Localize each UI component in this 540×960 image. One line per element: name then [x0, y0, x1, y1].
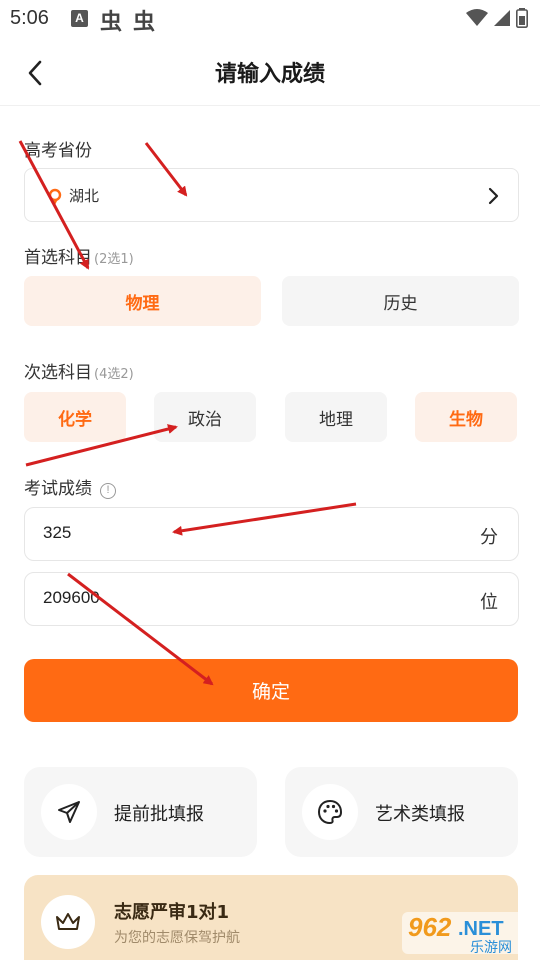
bug-notification-icon: 虫 — [100, 10, 123, 35]
second-subject-label: 次选科目 (4选2) — [24, 358, 134, 383]
bug-notification-icon: 虫 — [133, 10, 156, 35]
art-category-card[interactable]: 艺术类填报 — [285, 767, 518, 857]
first-subject-hint: (2选1) — [94, 252, 134, 267]
early-batch-card[interactable]: 提前批填报 — [24, 767, 257, 857]
first-subject-option-physics[interactable]: 物理 — [24, 276, 261, 326]
battery-icon — [516, 8, 528, 28]
send-icon-wrap — [41, 784, 97, 840]
rank-input[interactable]: 209600 位 — [24, 572, 519, 626]
promo-title-mid: 对 — [198, 902, 217, 923]
first-subject-label: 首选科目 (2选1) — [24, 243, 134, 268]
status-bar: 5:06 A 虫 虫 — [0, 0, 540, 40]
status-icons — [466, 8, 528, 28]
second-subject-option-geography[interactable]: 地理 — [285, 392, 387, 442]
notification-a-icon: A — [71, 10, 88, 27]
palette-icon — [317, 799, 343, 825]
second-subject-option-biology[interactable]: 生物 — [415, 392, 517, 442]
second-subject-hint: (4选2) — [94, 367, 134, 382]
app-header: 请输入成绩 — [0, 40, 540, 106]
second-subject-option-politics[interactable]: 政治 — [154, 392, 256, 442]
rank-unit: 位 — [480, 592, 498, 613]
rank-value: 209600 — [43, 588, 100, 607]
score-value: 325 — [43, 523, 72, 542]
second-subject-option-chemistry[interactable]: 化学 — [24, 392, 126, 442]
chevron-right-icon — [488, 187, 499, 205]
send-icon — [58, 801, 80, 823]
location-pin-icon — [48, 188, 62, 205]
promo-title-num: 1 — [216, 902, 230, 923]
wifi-icon — [466, 9, 488, 26]
art-category-label: 艺术类填报 — [375, 804, 465, 825]
promo-title: 志愿严审1对1 — [114, 898, 229, 924]
page-title: 请输入成绩 — [214, 62, 325, 87]
signal-icon — [494, 10, 510, 26]
first-subject-label-text: 首选科目 — [24, 248, 92, 268]
promo-title-num: 1 — [186, 902, 199, 923]
promo-subtitle: 为您的志愿保驾护航 — [114, 930, 240, 946]
svg-text:.NET: .NET — [458, 918, 504, 940]
promo-title-prefix: 志愿严审 — [114, 902, 186, 923]
province-label: 高考省份 — [24, 141, 92, 161]
exam-score-label-text: 考试成绩 — [24, 479, 92, 499]
province-select[interactable]: 湖北 — [24, 168, 519, 222]
score-unit: 分 — [480, 527, 498, 548]
palette-icon-wrap — [302, 784, 358, 840]
confirm-button[interactable]: 确定 — [24, 659, 518, 722]
info-icon[interactable]: ! — [100, 483, 116, 499]
svg-text:乐游网: 乐游网 — [470, 940, 512, 956]
second-subject-label-text: 次选科目 — [24, 363, 92, 383]
status-time: 5:06 — [10, 7, 49, 29]
crown-icon — [56, 913, 80, 930]
crown-icon-wrap — [41, 895, 95, 949]
svg-text:962: 962 — [408, 912, 452, 942]
first-subject-option-history[interactable]: 历史 — [282, 276, 519, 326]
province-value: 湖北 — [69, 187, 100, 205]
exam-score-label: 考试成绩! — [24, 474, 116, 499]
score-input[interactable]: 325 分 — [24, 507, 519, 561]
early-batch-label: 提前批填报 — [114, 804, 204, 825]
site-watermark-logo: 962 .NET 乐游网 — [402, 912, 530, 956]
